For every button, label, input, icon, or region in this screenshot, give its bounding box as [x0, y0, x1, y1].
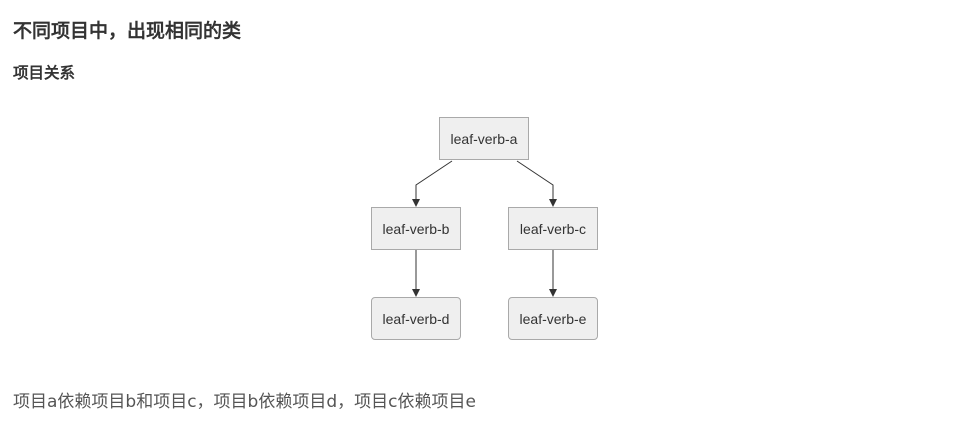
node-leaf-verb-b: leaf-verb-b: [371, 207, 461, 250]
relationship-description: 项目a依赖项目b和项目c，项目b依赖项目d，项目c依赖项目e: [13, 392, 476, 412]
node-leaf-verb-c: leaf-verb-c: [508, 207, 598, 250]
node-leaf-verb-a: leaf-verb-a: [439, 117, 529, 160]
edge-a-to-c: [516, 160, 557, 207]
node-leaf-verb-d: leaf-verb-d: [371, 297, 461, 340]
dependency-diagram: leaf-verb-a leaf-verb-b leaf-verb-c leaf…: [0, 0, 973, 422]
node-leaf-verb-e: leaf-verb-e: [508, 297, 598, 340]
edge-a-to-b: [412, 160, 453, 207]
diagram-edges: [412, 160, 557, 297]
